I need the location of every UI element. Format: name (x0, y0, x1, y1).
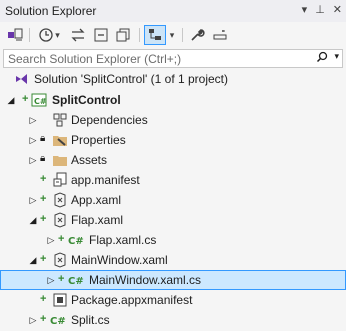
folder-icon (52, 152, 68, 168)
tree-row-dependencies[interactable]: ▷ Dependencies (0, 110, 346, 130)
collapsed-arrow-icon[interactable]: ▷ (28, 115, 38, 125)
svg-text:C#: C# (68, 276, 84, 287)
search-icon[interactable] (316, 51, 328, 66)
title-bar: Solution Explorer ▾ ⊥ ✕ (0, 0, 346, 23)
history-icon[interactable]: ▾ (35, 25, 63, 45)
tree-row-flap-xaml[interactable]: ◢ + Flap.xaml (0, 210, 346, 230)
tree-row-flap-xaml-cs[interactable]: ▷ + C# Flap.xaml.cs (0, 230, 346, 250)
collapsed-arrow-icon[interactable]: ▷ (46, 235, 56, 245)
flap-xaml-cs-label: Flap.xaml.cs (89, 233, 157, 247)
properties-label: Properties (71, 133, 126, 147)
xaml-file-icon (52, 212, 68, 228)
toolbar: ▾ ▾ (0, 22, 346, 48)
mainwindow-xaml-label: MainWindow.xaml (71, 253, 168, 267)
tree-row-app-manifest[interactable]: + app.manifest (0, 170, 346, 190)
lock-icon: 🔒︎ (40, 133, 46, 144)
added-plus-icon: + (58, 273, 65, 285)
csharp-project-icon: C# (31, 92, 47, 108)
lock-icon: 🔒︎ (40, 153, 46, 164)
switch-views-icon[interactable] (6, 25, 24, 45)
svg-text:C#: C# (68, 236, 84, 247)
csharp-file-icon: C# (68, 272, 84, 288)
package-appxmanifest-label: Package.appxmanifest (71, 293, 193, 307)
app-manifest-label: app.manifest (71, 173, 140, 187)
xaml-file-icon (52, 252, 68, 268)
close-icon[interactable]: ✕ (333, 3, 342, 16)
added-plus-icon: + (40, 173, 47, 185)
tree-row-mainwindow-xaml[interactable]: ◢ + MainWindow.xaml (0, 250, 346, 270)
show-all-files-icon[interactable] (114, 25, 132, 45)
tree-row-package-appxmanifest[interactable]: + Package.appxmanifest (0, 290, 346, 310)
collapsed-arrow-icon[interactable]: ▷ (28, 135, 38, 145)
added-plus-icon: + (58, 233, 65, 245)
added-plus-icon: + (22, 93, 29, 105)
filter-dropdown-icon[interactable]: ▾ (167, 25, 177, 45)
package-manifest-icon (52, 292, 68, 308)
track-active-item-icon[interactable] (144, 25, 166, 45)
added-plus-icon: + (40, 213, 47, 225)
collapsed-arrow-icon[interactable]: ▷ (28, 155, 38, 165)
sync-icon[interactable] (69, 25, 87, 45)
collapsed-arrow-icon[interactable]: ▷ (28, 195, 38, 205)
properties-folder-icon (52, 132, 68, 148)
csharp-file-icon: C# (68, 232, 84, 248)
app-xaml-label: App.xaml (71, 193, 122, 207)
added-plus-icon: + (40, 253, 47, 265)
search-input[interactable] (8, 51, 308, 66)
project-label: SplitControl (52, 93, 121, 107)
collapse-all-icon[interactable] (92, 25, 110, 45)
svg-text:C#: C# (34, 97, 47, 106)
expanded-arrow-icon[interactable]: ◢ (28, 215, 38, 225)
flap-xaml-label: Flap.xaml (71, 213, 124, 227)
tree-row-app-xaml[interactable]: ▷ + App.xaml (0, 190, 346, 210)
pin-icon[interactable]: ⊥ (315, 3, 325, 16)
search-options-icon[interactable]: ▾ (334, 51, 339, 66)
window-title: Solution Explorer (5, 4, 97, 18)
added-plus-icon: + (40, 313, 47, 325)
expanded-arrow-icon[interactable]: ◢ (28, 255, 38, 265)
tree-row-mainwindow-xaml-cs[interactable]: ▷ + C# MainWindow.xaml.cs (0, 270, 346, 290)
csharp-file-icon: C# (50, 312, 66, 328)
tree-row-solution[interactable]: Solution 'SplitControl' (1 of 1 project) (0, 69, 346, 89)
preview-selected-items-icon[interactable] (211, 25, 229, 45)
collapsed-arrow-icon[interactable]: ▷ (46, 275, 56, 285)
tree-row-assets[interactable]: ▷ 🔒︎ Assets (0, 150, 346, 170)
tree-row-properties[interactable]: ▷ 🔒︎ Properties (0, 130, 346, 150)
svg-text:C#: C# (50, 316, 66, 327)
xaml-file-icon (52, 192, 68, 208)
solution-label: Solution 'SplitControl' (1 of 1 project) (34, 72, 229, 86)
expanded-arrow-icon[interactable]: ◢ (6, 95, 16, 105)
added-plus-icon: + (40, 193, 47, 205)
split-cs-label: Split.cs (71, 313, 110, 327)
dependencies-label: Dependencies (71, 113, 148, 127)
search-box[interactable]: ▾ (3, 49, 343, 68)
properties-wrench-icon[interactable] (188, 25, 206, 45)
collapsed-arrow-icon[interactable]: ▷ (28, 315, 38, 325)
tree-row-project[interactable]: ◢ + C# SplitControl (0, 90, 346, 110)
dependencies-icon (52, 112, 68, 128)
assets-label: Assets (71, 153, 108, 167)
solution-icon (14, 71, 30, 87)
tree-row-split-cs[interactable]: ▷ + C# Split.cs (0, 310, 346, 330)
dropdown-arrow-icon[interactable]: ▾ (302, 3, 308, 16)
added-plus-icon: + (40, 293, 47, 305)
manifest-file-icon (52, 172, 68, 188)
mainwindow-xaml-cs-label: MainWindow.xaml.cs (89, 273, 202, 287)
